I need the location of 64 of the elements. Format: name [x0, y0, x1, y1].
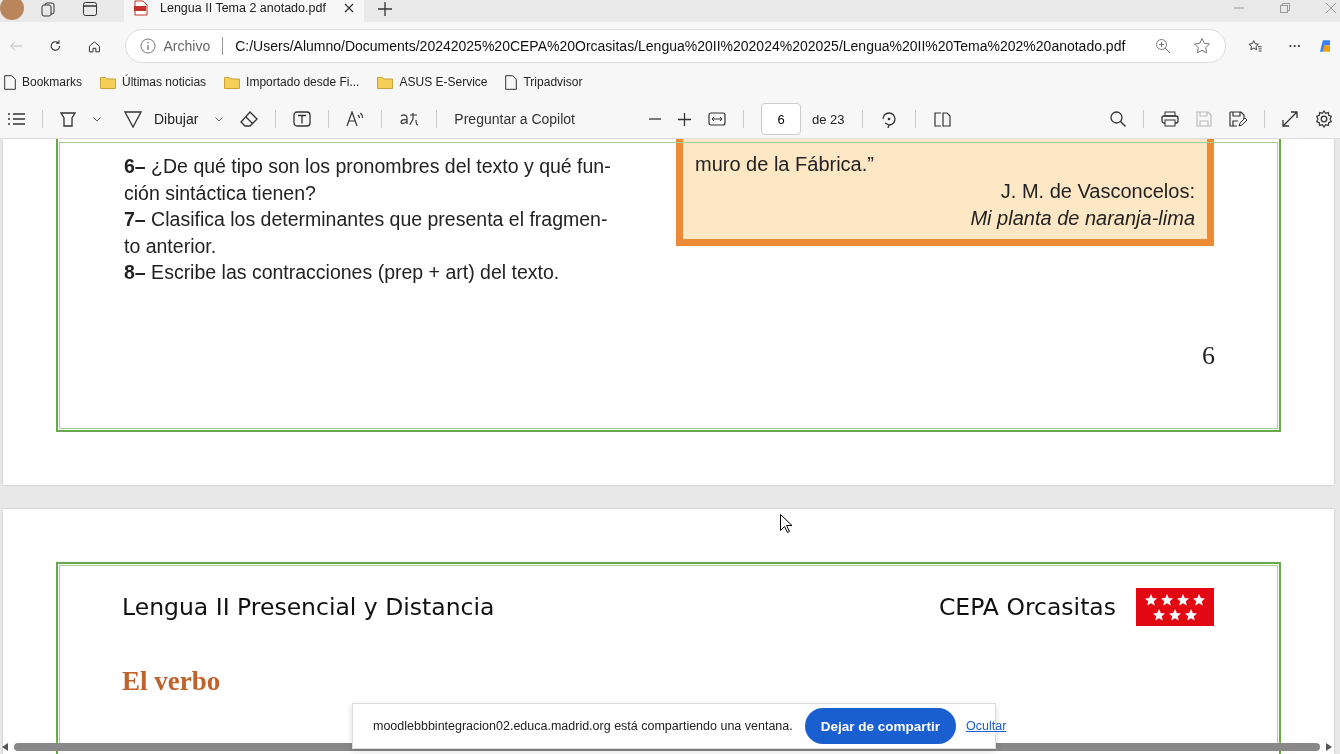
star-icon[interactable] — [1193, 37, 1212, 55]
exercise-question: 6– ¿De qué tipo son los pronombres del texto y qué fun- ción sintáctica tienen? — [124, 154, 611, 206]
page-icon — [505, 74, 518, 90]
eraser-icon[interactable] — [240, 111, 259, 127]
info-icon — [139, 38, 156, 54]
close-icon[interactable] — [344, 3, 354, 13]
rotate-icon[interactable] — [879, 110, 898, 128]
scroll-right-icon[interactable] — [1326, 743, 1332, 751]
fit-width-icon[interactable] — [708, 112, 726, 126]
address-bar[interactable]: Archivo C:/Users/Alumno/Documents/20242025%20CEPA%20Orcasitas/Lengua%20II%202024%202025/Lengua%20II%20Tema%202%20anotado.pdf — [124, 29, 1227, 63]
contents-icon[interactable] — [8, 113, 25, 125]
page-icon — [4, 74, 16, 90]
expand-icon[interactable] — [1282, 111, 1298, 127]
hide-link[interactable]: Ocultar — [966, 719, 1007, 733]
save-as-icon[interactable] — [1229, 111, 1247, 127]
stars-flag-icon — [1136, 588, 1214, 626]
browser-tab[interactable]: Lengua II Tema 2 anotado.pdf — [124, 0, 364, 22]
caret-icon[interactable] — [93, 116, 101, 122]
bookmark-item[interactable]: Importado desde Fi... — [224, 75, 360, 89]
folder-icon — [377, 75, 394, 89]
zoom-in-icon[interactable] — [678, 112, 691, 126]
book-title: Mi planta de naranja-lima — [970, 206, 1195, 231]
bookmark-item[interactable]: ASUS E-Service — [377, 75, 488, 89]
pointer-cursor-icon — [780, 514, 792, 533]
search-icon[interactable] — [1110, 111, 1126, 127]
scroll-left-icon[interactable] — [2, 743, 8, 751]
quote-text: muro de la Fábrica.” — [695, 152, 875, 177]
page-number: 6 — [1202, 341, 1215, 371]
quote-author: J. M. de Vasconcelos: — [1000, 179, 1195, 204]
highlighter-icon[interactable] — [60, 111, 76, 127]
bookmark-item[interactable]: Bookmarks — [4, 74, 83, 90]
stop-sharing-button[interactable]: Dejar de compartir — [804, 708, 957, 744]
bookmark-item[interactable]: Últimas noticias — [100, 75, 207, 89]
text-box-icon[interactable] — [293, 111, 312, 127]
caret-icon[interactable] — [215, 116, 224, 122]
exercise-question: 7– Clasifica los determinantes que presenta el fragmen- to anterior. — [124, 207, 609, 259]
school-name: CEPA Orcasitas — [938, 593, 1116, 621]
ask-copilot-button[interactable]: Preguntar a Copilot — [454, 111, 575, 127]
page-number-field[interactable]: 6 — [761, 103, 801, 135]
settings-icon[interactable] — [1315, 110, 1333, 128]
new-tab-icon[interactable] — [378, 2, 392, 16]
tab-actions-icon[interactable] — [82, 1, 98, 17]
read-aloud-icon[interactable] — [346, 111, 365, 127]
page-view-icon[interactable] — [932, 111, 951, 127]
folder-icon — [224, 75, 241, 89]
workspaces-icon[interactable] — [40, 1, 56, 17]
sharing-message: moodlebbbintegracion02.educa.madrid.org está compartiendo una ventana. — [373, 719, 793, 733]
exercise-question: 8– Escribe las contracciones (prep + art) del texto. — [124, 260, 561, 285]
pen-tip-icon — [124, 110, 142, 128]
course-title: Lengua II Presencial y Distancia — [122, 593, 495, 621]
profile-avatar[interactable] — [0, 0, 24, 20]
print-icon[interactable] — [1161, 111, 1179, 127]
draw-button[interactable]: Dibujar — [124, 110, 199, 128]
more-icon[interactable] — [1288, 44, 1300, 48]
folder-icon — [100, 75, 117, 89]
favorites-icon[interactable] — [1248, 37, 1263, 55]
url-text: C:/Users/Alumno/Documents/20242025%20CEPA%20Orcasitas/Lengua%20II%202024%202025/Lengua%20II%20Tema%202%20anotado.pdf — [235, 38, 1126, 54]
bookmark-item[interactable]: Tripadvisor — [505, 74, 583, 90]
zoom-icon[interactable] — [1155, 38, 1172, 54]
section-heading: El verbo — [122, 666, 222, 697]
pdf-file-icon — [134, 0, 148, 16]
page-count: de 23 — [812, 111, 845, 127]
translate-icon[interactable] — [399, 112, 420, 126]
site-info-label: Archivo — [163, 38, 211, 54]
